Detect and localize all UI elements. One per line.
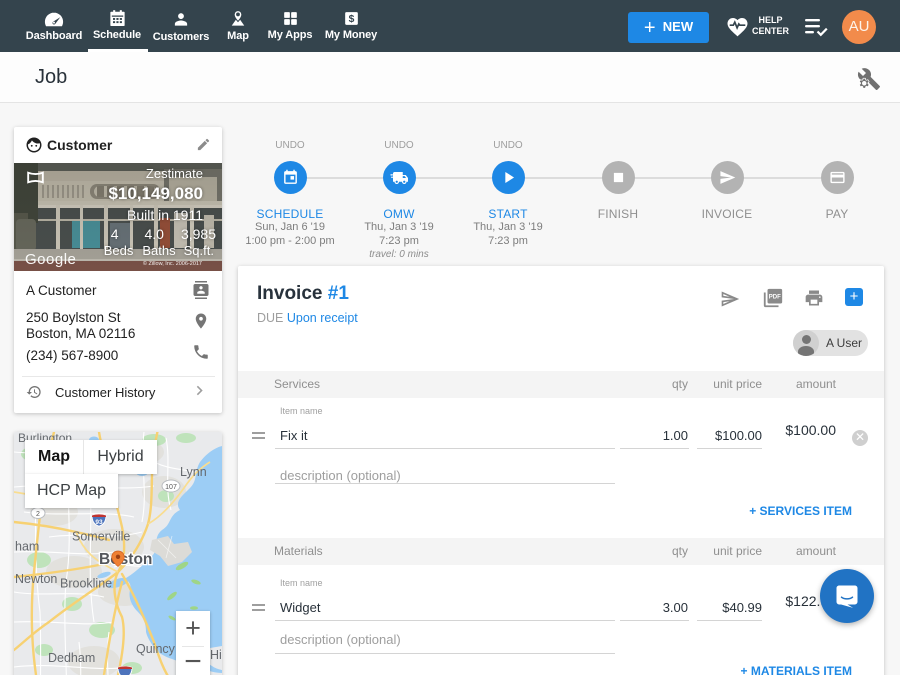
svg-text:Boston: Boston	[99, 551, 152, 568]
svg-text:Brookline: Brookline	[60, 577, 112, 591]
svg-text:Lynn: Lynn	[180, 465, 207, 479]
svg-text:Hi: Hi	[210, 648, 222, 662]
svg-text:$: $	[348, 14, 354, 25]
svg-text:Dedham: Dedham	[48, 651, 95, 665]
svg-text:107: 107	[165, 484, 177, 491]
svg-text:ham: ham	[15, 540, 39, 554]
svg-text:PDF: PDF	[769, 295, 781, 301]
svg-text:93: 93	[95, 519, 103, 526]
svg-text:Newton: Newton	[15, 572, 57, 586]
svg-text:2: 2	[36, 511, 40, 518]
svg-text:Quincy: Quincy	[136, 642, 176, 656]
svg-text:Somerville: Somerville	[72, 530, 130, 544]
